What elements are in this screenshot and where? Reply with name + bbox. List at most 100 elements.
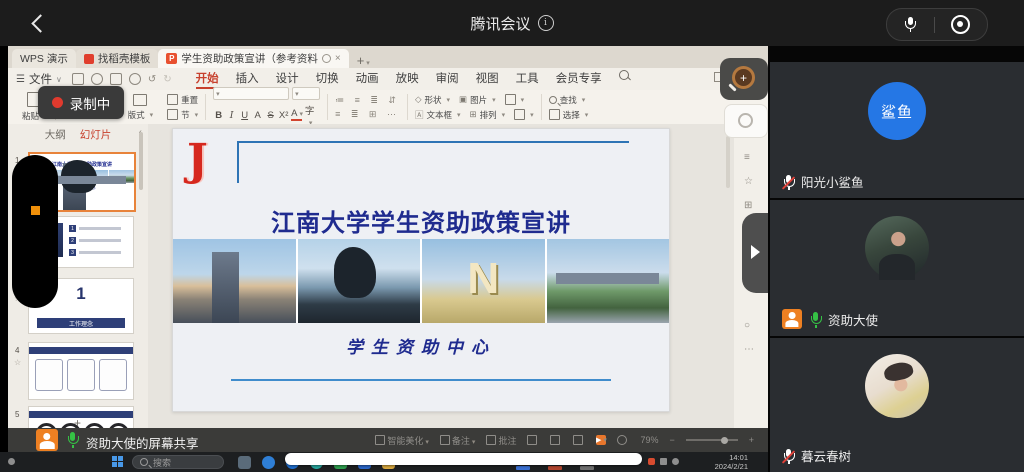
comments-button[interactable]: 批注 [486, 434, 516, 447]
bold-button[interactable]: B [213, 110, 224, 121]
select-button[interactable]: 选择 [549, 109, 589, 121]
view-normal-icon[interactable] [527, 435, 537, 445]
outline-tab[interactable]: 大纲 [45, 127, 66, 142]
slide-tools-button[interactable] [514, 109, 534, 120]
textbox-button[interactable]: 🄰文本框 [415, 109, 461, 121]
zoom-in-widget[interactable]: + [720, 58, 768, 100]
zoom-plus-button[interactable]: + [749, 435, 754, 445]
paragraph-icons-row2[interactable]: ≡ ≣ ⊞ ⋯ [335, 109, 400, 120]
redo-icon[interactable]: ↻ [163, 74, 171, 85]
current-slide[interactable]: J 江南大学学生资助政策宣讲 N 学生资助中心 [172, 128, 670, 412]
menu-review[interactable]: 审阅 [436, 70, 459, 89]
shapes-button[interactable]: ◇形状 [415, 94, 450, 106]
print-icon[interactable] [110, 73, 122, 85]
taskbar-app3-icon[interactable] [516, 466, 530, 470]
taskbar-app4-icon[interactable] [548, 466, 562, 470]
underline-button[interactable]: U [239, 110, 250, 121]
undo-icon[interactable]: ↺ [148, 74, 156, 85]
participant-tile-1[interactable]: 鲨鱼 阳光小鲨鱼 [770, 62, 1024, 198]
panel-scrollbar[interactable] [139, 132, 143, 190]
zoom-out-widget[interactable] [724, 104, 768, 138]
menu-slideshow[interactable]: 放映 [396, 70, 419, 89]
font-color-button[interactable]: A [291, 109, 302, 121]
strip-more-icon[interactable]: ⋯ [744, 344, 754, 355]
section-icon [167, 109, 178, 120]
shadow-button[interactable]: A [252, 110, 263, 121]
view-read-icon[interactable] [573, 435, 583, 445]
participant-tile-2[interactable]: 资助大使 [770, 200, 1024, 336]
find-button[interactable]: 查找 [549, 94, 589, 106]
strip-pages-icon[interactable]: ⊞ [744, 200, 752, 211]
screen: 腾讯会议 i WPS 演示 找稻壳模板 P 学生资助政策宣讲（参考资料 × + [0, 0, 1024, 472]
file-menu-label: 文件 [29, 71, 52, 87]
sidebar-collapse-handle[interactable] [742, 213, 768, 293]
taskbar-explorer-icon[interactable] [238, 456, 251, 469]
start-button[interactable] [112, 456, 123, 467]
reset-button[interactable]: 重置 [167, 94, 198, 106]
output-icon[interactable] [91, 73, 103, 85]
close-tab-icon[interactable]: × [335, 54, 341, 64]
zoom-level: 79% [640, 435, 658, 445]
add-slide-button[interactable]: + [74, 416, 81, 428]
menu-animation[interactable]: 动画 [356, 70, 379, 89]
slide4-star-icon[interactable]: ☆ [14, 358, 21, 367]
microphone-icon[interactable] [904, 17, 917, 33]
media-button[interactable] [505, 94, 525, 105]
menu-search-icon[interactable] [619, 70, 629, 80]
slides-tab[interactable]: 幻灯片 [80, 127, 112, 142]
canvas-scrollbar[interactable] [726, 136, 730, 188]
pictures-button[interactable]: ▣图片 [459, 94, 496, 106]
menu-member[interactable]: 会员专享 [556, 70, 602, 89]
record-icon[interactable] [951, 15, 970, 34]
slide-thumbnail-4[interactable] [28, 342, 134, 400]
taskbar-edge-icon[interactable] [262, 456, 275, 469]
layout-label: 版式 [128, 109, 145, 121]
layout-button[interactable]: 版式 [128, 109, 154, 121]
tab-wps-home[interactable]: WPS 演示 [12, 49, 76, 68]
section-button[interactable]: 节 [167, 109, 198, 121]
notes-button[interactable]: 备注 [440, 434, 476, 447]
fullscreen-icon[interactable] [617, 435, 627, 445]
zoom-minus-button[interactable]: − [669, 435, 674, 445]
strip-shape-icon[interactable]: ○ [744, 320, 750, 331]
new-tab-button[interactable]: + [357, 53, 370, 68]
wps-status-bar: 智能美化 备注 批注 ▶ 79% − + [375, 428, 754, 452]
tab-document[interactable]: P 学生资助政策宣讲（参考资料 × [158, 49, 348, 68]
arrange-button[interactable]: ⊞排列 [470, 109, 506, 121]
preview-icon[interactable] [129, 73, 141, 85]
quick-access-toolbar: ↺ ↻ [72, 73, 172, 85]
tray-volume-icon[interactable] [672, 458, 679, 465]
menu-view[interactable]: 视图 [476, 70, 499, 89]
font-size-select[interactable] [292, 87, 320, 100]
tab-docer[interactable]: 找稻壳模板 [76, 49, 159, 68]
taskbar-weather-icon[interactable] [8, 458, 15, 465]
paragraph-icons-row1[interactable]: ≔ ≡ ≣ ⇵ [335, 95, 400, 106]
reset-section-group: 重置 节 [160, 92, 205, 122]
tray-app-icon[interactable] [648, 458, 655, 465]
taskbar-clock[interactable]: 14:01 2024/2/21 [694, 454, 748, 471]
zoom-slider[interactable] [686, 439, 738, 441]
font-name-select[interactable] [213, 87, 289, 100]
collapse-arrow-icon [751, 245, 760, 259]
taskbar-app5-icon[interactable] [580, 466, 594, 470]
info-icon[interactable]: i [538, 15, 554, 31]
strike-button[interactable]: S [265, 110, 276, 121]
participant-tile-3[interactable]: 暮云春树 [770, 338, 1024, 472]
strip-star-icon[interactable]: ☆ [744, 176, 753, 187]
media-icon [505, 94, 516, 105]
taskbar-search[interactable]: 搜索 [132, 455, 224, 469]
superscript-button[interactable]: X² [278, 110, 289, 121]
participant2-mic-icon [809, 312, 821, 326]
beautify-button[interactable]: 智能美化 [375, 434, 429, 447]
italic-button[interactable]: I [226, 110, 237, 121]
floating-toolbar-pill[interactable] [285, 453, 642, 465]
menu-tools[interactable]: 工具 [516, 70, 539, 89]
slide4-number: 4 [15, 346, 19, 355]
file-menu-button[interactable]: ☰ 文件 ∨ [16, 71, 62, 87]
play-slideshow-button[interactable]: ▶ [596, 435, 606, 445]
view-sorter-icon[interactable] [550, 435, 560, 445]
tray-wifi-icon[interactable] [660, 458, 667, 465]
save-icon[interactable] [72, 73, 84, 85]
pin-icon[interactable] [322, 54, 331, 63]
strip-settings-icon[interactable]: ≡ [744, 152, 750, 163]
